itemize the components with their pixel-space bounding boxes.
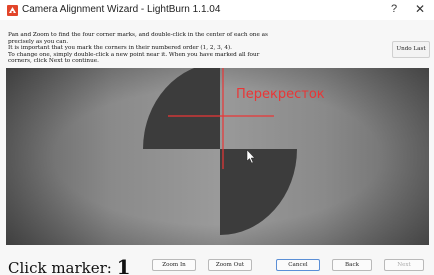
click-marker-label: Click marker: (8, 259, 112, 275)
help-button[interactable]: ? (387, 3, 401, 15)
camera-image[interactable] (6, 68, 429, 245)
marker-number: 1 (116, 255, 131, 275)
instruction-line: To change one, simply double-click a new… (8, 51, 260, 58)
instruction-line: Pan and Zoom to find the four corner mar… (8, 32, 268, 38)
instruction-line: corners, click Next to continue. (8, 58, 99, 65)
instructions-text: Pan and Zoom to find the four corner mar… (8, 32, 383, 65)
camera-alignment-wizard-window: Camera Alignment Wizard - LightBurn 1.1.… (0, 0, 434, 275)
instruction-line: It is important that you mark the corner… (8, 45, 232, 52)
cancel-button[interactable]: Cancel (276, 259, 320, 271)
crosshair-annotation-label: Перекресток (236, 87, 325, 102)
close-icon[interactable]: ✕ (413, 2, 427, 16)
back-button[interactable]: Back (332, 259, 372, 271)
zoom-in-button[interactable]: Zoom In (152, 259, 196, 271)
camera-view[interactable] (6, 68, 429, 245)
lightburn-app-icon (7, 5, 18, 16)
title-bar: Camera Alignment Wizard - LightBurn 1.1.… (0, 0, 434, 20)
zoom-out-button[interactable]: Zoom Out (208, 259, 252, 271)
click-marker-indicator: Click marker: 1 (8, 254, 131, 275)
window-title: Camera Alignment Wizard - LightBurn 1.1.… (22, 4, 221, 15)
undo-last-button[interactable]: Undo Last (392, 41, 430, 58)
next-button[interactable]: Next (384, 259, 424, 271)
